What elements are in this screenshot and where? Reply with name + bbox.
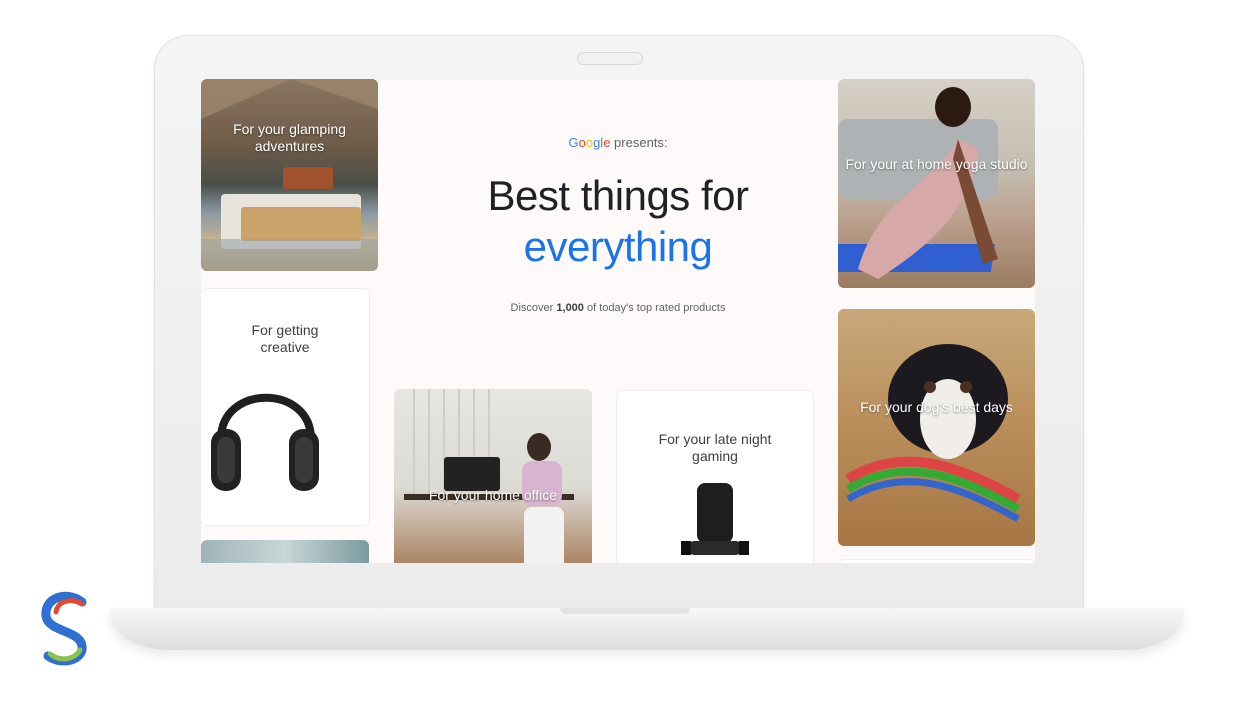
laptop-base-notch bbox=[560, 608, 690, 614]
card-home-office[interactable]: For your home office bbox=[394, 389, 592, 563]
discover-post: of today's top rated products bbox=[586, 302, 726, 314]
card-dog[interactable]: For your dog's best days bbox=[838, 309, 1035, 546]
card-yoga[interactable]: For your at home yoga studio bbox=[838, 79, 1035, 288]
laptop-screen: For your glamping adventures For getting… bbox=[201, 79, 1035, 563]
discover-text: Discover 1,000 of today's top rated prod… bbox=[401, 302, 835, 314]
card-partial-bottom[interactable] bbox=[201, 540, 369, 563]
card-home-office-label: For your home office bbox=[428, 487, 558, 503]
discover-pre: Discover bbox=[510, 302, 554, 314]
hero-section: Google presents: Best things for everyth… bbox=[401, 79, 835, 379]
headphones-image bbox=[211, 393, 319, 491]
yoga-illustration bbox=[838, 87, 998, 279]
card-yoga-label: For your at home yoga studio bbox=[845, 156, 1028, 172]
hero-title-line2: everything bbox=[523, 223, 713, 270]
gaming-chair-image bbox=[681, 483, 749, 555]
card-glamping[interactable]: For your glamping adventures bbox=[201, 79, 378, 271]
dog-illustration bbox=[845, 344, 1021, 523]
hero-title-line1: Best things for bbox=[487, 172, 749, 219]
google-presents: Google presents: bbox=[401, 135, 835, 150]
glamping-illustration bbox=[201, 79, 378, 271]
discover-count: 1,000 bbox=[556, 302, 584, 314]
card-partial-right[interactable] bbox=[838, 560, 1035, 563]
card-gaming[interactable]: For your late night gaming bbox=[617, 391, 813, 563]
laptop-base bbox=[110, 608, 1184, 650]
home-office-illustration bbox=[404, 389, 574, 563]
card-dog-label: For your dog's best days bbox=[860, 399, 1013, 415]
watermark-logo bbox=[41, 591, 87, 666]
google-logo: Google bbox=[568, 135, 611, 150]
presents-label: presents: bbox=[614, 135, 668, 150]
card-glamping-label: For your glamping adventures bbox=[233, 121, 346, 154]
laptop-camera bbox=[577, 52, 643, 65]
card-creative[interactable]: For getting creative bbox=[201, 289, 369, 525]
